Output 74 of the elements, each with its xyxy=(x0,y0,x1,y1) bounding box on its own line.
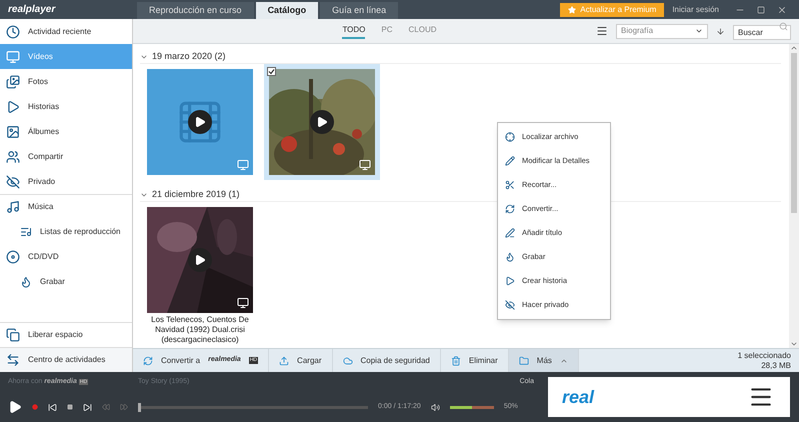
trash-icon xyxy=(450,356,461,366)
scissors-icon xyxy=(505,180,515,190)
sidebar-item[interactable]: Fotos xyxy=(0,69,132,94)
close-icon[interactable] xyxy=(777,4,787,14)
chevron-up-icon xyxy=(790,44,798,52)
monitor-icon xyxy=(359,159,371,171)
stop-icon[interactable] xyxy=(67,404,73,410)
image-icon xyxy=(6,124,20,138)
folder-icon xyxy=(518,356,529,366)
progress-handle[interactable] xyxy=(138,402,141,412)
volume-icon[interactable] xyxy=(430,402,440,412)
sort-direction-icon[interactable] xyxy=(716,26,725,36)
chevron-down-icon xyxy=(790,340,798,348)
chevron-down-icon xyxy=(695,27,703,35)
previous-icon[interactable] xyxy=(48,402,57,412)
pen-icon xyxy=(505,228,515,238)
action-button[interactable]: Más xyxy=(508,349,579,372)
scrollbar[interactable] xyxy=(789,44,799,348)
sidebar-item[interactable]: CD/DVD xyxy=(0,244,132,269)
list-view-icon[interactable] xyxy=(596,25,608,37)
eye-off-icon xyxy=(6,174,20,188)
refresh-icon xyxy=(505,204,515,214)
clock-icon xyxy=(6,24,20,38)
eye-off-icon xyxy=(505,300,515,310)
play-icon xyxy=(194,254,206,266)
monitor-icon xyxy=(6,50,20,64)
sort-dropdown[interactable]: Biografía xyxy=(616,24,708,38)
pencil-icon xyxy=(505,156,515,166)
checkbox[interactable] xyxy=(267,67,276,76)
crosshair-icon xyxy=(505,132,515,142)
music-icon xyxy=(6,200,20,214)
sign-in-link[interactable]: Iniciar sesión xyxy=(672,4,719,16)
sidebar-item[interactable]: Actividad reciente xyxy=(0,19,132,44)
sidebar-item[interactable]: Centro de actividades xyxy=(0,347,132,372)
tab[interactable]: Guía en línea xyxy=(320,2,398,19)
volume-track[interactable] xyxy=(450,406,494,408)
restore-icon[interactable] xyxy=(757,6,765,14)
app-logo: realplayer xyxy=(7,3,57,17)
disc-icon xyxy=(6,250,20,264)
monitor-icon xyxy=(237,297,249,309)
star-icon xyxy=(568,6,576,14)
selection-size: 28,3 MB xyxy=(761,360,791,370)
sidebar-item[interactable]: Compartir xyxy=(0,144,132,169)
play-icon[interactable] xyxy=(8,400,22,414)
tab[interactable]: Catálogo xyxy=(256,2,318,19)
sidebar-item[interactable]: Álbumes xyxy=(0,119,132,144)
selection-count: 1 seleccionado xyxy=(738,350,791,360)
flame-icon xyxy=(20,276,32,288)
play-icon xyxy=(6,100,20,114)
cloud-icon xyxy=(342,356,352,366)
sidebar-item[interactable]: Privado xyxy=(0,169,132,194)
sidebar-item[interactable]: Listas de reproducción xyxy=(0,219,132,244)
monitor-icon xyxy=(237,159,249,171)
sidebar-item[interactable]: Historias xyxy=(0,94,132,119)
playlist-icon xyxy=(20,226,32,238)
real-logo: real xyxy=(562,386,594,408)
sidebar-item[interactable]: Grabar xyxy=(0,269,132,294)
record-icon[interactable] xyxy=(32,404,38,410)
flame-icon xyxy=(505,252,515,262)
tab[interactable]: Reproducción en curso xyxy=(137,2,254,19)
people-icon xyxy=(6,150,20,164)
play-icon xyxy=(505,276,515,286)
sidebar-item[interactable]: Música xyxy=(0,194,132,219)
filter-tab[interactable]: TODO xyxy=(342,24,366,38)
photos-icon xyxy=(6,74,20,88)
search-field[interactable]: Buscar xyxy=(733,25,791,40)
play-icon xyxy=(316,116,328,128)
copy-icon xyxy=(6,328,20,342)
refresh-icon xyxy=(143,356,153,366)
upload-icon xyxy=(279,356,290,366)
video-caption: Los Telenecos, Cuentos De Navidad (1992) Dual.crisi (descargacineclasico) xyxy=(150,315,250,345)
play-icon xyxy=(194,116,206,128)
arrows-icon xyxy=(6,353,20,367)
next-icon[interactable] xyxy=(83,402,92,412)
